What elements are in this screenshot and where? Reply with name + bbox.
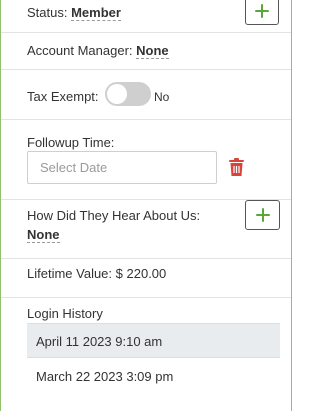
login-history-title: Login History — [27, 306, 103, 321]
add-hear-about-button[interactable] — [245, 200, 280, 230]
lifetime-value: $ 220.00 — [115, 266, 167, 281]
account-manager-value[interactable]: None — [136, 43, 169, 59]
tax-exempt-toggle[interactable] — [105, 82, 151, 106]
account-manager-label: Account Manager: — [27, 43, 133, 58]
login-history-entry-text: April 11 2023 9:10 am — [36, 334, 163, 349]
followup-date-input[interactable] — [27, 151, 217, 184]
trash-icon[interactable] — [228, 158, 245, 177]
hear-about-label: How Did They Hear About Us: — [27, 208, 201, 223]
followup-label: Followup Time: — [27, 135, 115, 150]
login-history-entry: April 11 2023 9:10 am — [27, 323, 280, 358]
status-value[interactable]: Member — [71, 5, 121, 21]
login-history-entry: March 22 2023 3:09 pm — [27, 359, 280, 394]
lifetime-label: Lifetime Value: — [27, 266, 113, 281]
toggle-knob — [107, 84, 127, 104]
plus-icon — [255, 208, 270, 222]
status-label: Status: — [27, 5, 68, 20]
plus-icon — [255, 4, 269, 18]
status-row: Status: Member — [1, 0, 291, 33]
login-history-entry-text: March 22 2023 3:09 pm — [36, 369, 174, 384]
add-status-button[interactable] — [245, 0, 279, 25]
tax-exempt-toggle-text: No — [154, 90, 170, 104]
customer-details-panel: Status: Member Account Manager: None Tax… — [0, 0, 292, 411]
tax-exempt-label: Tax Exempt: — [27, 89, 99, 104]
account-manager-row: Account Manager: None — [1, 33, 291, 70]
hear-about-value[interactable]: None — [27, 227, 60, 243]
